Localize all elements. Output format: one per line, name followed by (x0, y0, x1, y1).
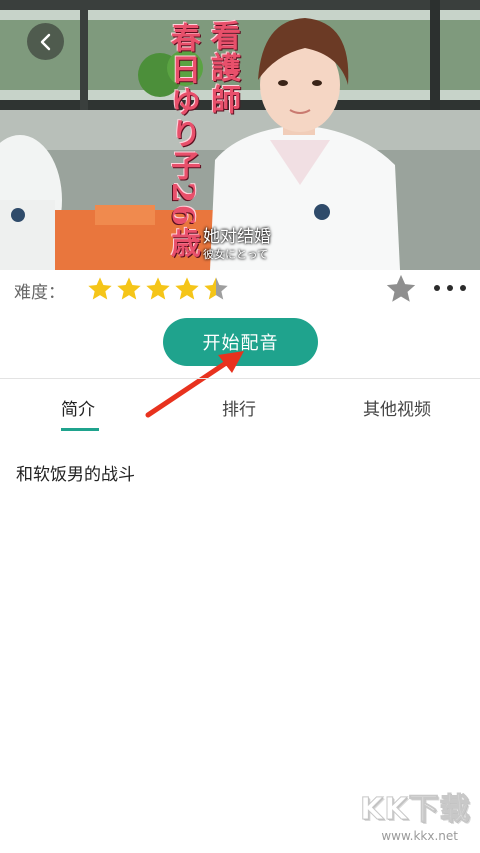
watermark-logo: KK下载 (360, 792, 471, 827)
site-watermark: KK下载 www.kkx.net (360, 792, 478, 851)
difficulty-star-icon (117, 277, 141, 300)
subtitle-caption: 她对结婚 彼女にとって (203, 227, 271, 261)
difficulty-star-icon (146, 277, 170, 300)
intro-text: 和软饭男的战斗 (16, 465, 135, 485)
star-outline-icon (386, 274, 416, 302)
tab-other-videos[interactable]: 其他视频 (363, 395, 431, 420)
back-button[interactable] (27, 23, 64, 60)
difficulty-star-icon (88, 277, 112, 300)
caption-japanese: 彼女にとって (203, 248, 269, 261)
dot-icon (434, 285, 440, 291)
dot-icon (447, 285, 453, 291)
favorite-button[interactable] (384, 272, 418, 310)
more-options-button[interactable] (434, 276, 466, 300)
video-title-overlay-1: 看護師 (205, 20, 240, 116)
dubbing-detail-page: 看護師 春日ゆり子26歳 她对结婚 彼女にとって 难度： 开始配音 简介 排行 … (0, 0, 480, 853)
watermark-url: www.kkx.net (381, 829, 458, 843)
caption-chinese: 她对结婚 (203, 227, 271, 247)
tab-ranking[interactable]: 排行 (222, 395, 256, 420)
difficulty-star-icon (175, 277, 199, 300)
difficulty-stars (86, 275, 231, 303)
video-title-overlay-2: 春日ゆり子26歳 (165, 22, 200, 260)
section-divider (0, 378, 480, 379)
difficulty-label: 难度： (14, 283, 65, 303)
tab-intro[interactable]: 简介 (61, 395, 95, 420)
active-tab-indicator (61, 428, 99, 431)
difficulty-star-icon (204, 277, 228, 300)
video-player[interactable]: 看護師 春日ゆり子26歳 她对结婚 彼女にとって (0, 0, 480, 270)
chevron-left-icon (40, 33, 50, 50)
dot-icon (460, 285, 466, 291)
difficulty-row: 难度： (0, 270, 480, 310)
